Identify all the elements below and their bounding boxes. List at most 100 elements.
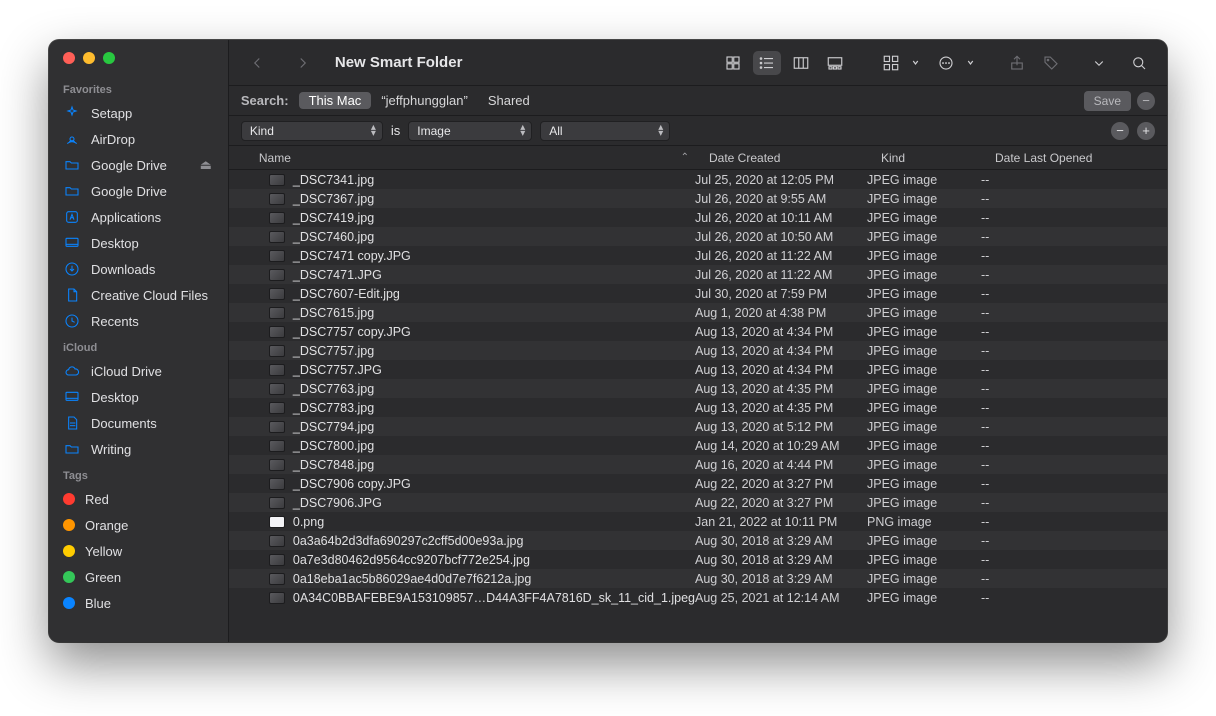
file-kind: JPEG image	[867, 553, 981, 567]
file-row[interactable]: _DSC7615.jpg Aug 1, 2020 at 4:38 PM JPEG…	[229, 303, 1167, 322]
file-name: 0a18eba1ac5b86029ae4d0d7e7f6212a.jpg	[293, 572, 531, 586]
sidebar-tag-yellow[interactable]: Yellow	[49, 538, 228, 564]
sidebar-tag-blue[interactable]: Blue	[49, 590, 228, 616]
remove-criteria-button[interactable]: −	[1137, 92, 1155, 110]
sidebar-item-google-drive[interactable]: Google Drive⏏	[49, 152, 228, 178]
column-header-date-created[interactable]: Date Created	[699, 151, 871, 165]
file-kind: JPEG image	[867, 173, 981, 187]
criteria-attribute-select[interactable]: Kind ▴▾	[241, 121, 383, 141]
back-button[interactable]	[243, 51, 271, 75]
file-row[interactable]: _DSC7800.jpg Aug 14, 2020 at 10:29 AM JP…	[229, 436, 1167, 455]
sidebar-item-documents[interactable]: Documents	[49, 410, 228, 436]
main-area: New Smart Folder	[229, 40, 1167, 642]
file-kind: JPEG image	[867, 306, 981, 320]
file-date-created: Jul 26, 2020 at 10:50 AM	[695, 230, 867, 244]
eject-icon[interactable]: ⏏	[200, 157, 212, 173]
share-button[interactable]	[1003, 51, 1031, 75]
forward-button[interactable]	[289, 51, 317, 75]
file-row[interactable]: 0A34C0BBAFEBE9A153109857…D44A3FF4A7816D_…	[229, 588, 1167, 607]
file-kind: JPEG image	[867, 439, 981, 453]
sidebar-item-downloads[interactable]: Downloads	[49, 256, 228, 282]
sidebar-item-desktop[interactable]: Desktop	[49, 384, 228, 410]
file-row[interactable]: _DSC7757 copy.JPG Aug 13, 2020 at 4:34 P…	[229, 322, 1167, 341]
column-header-date-opened[interactable]: Date Last Opened	[985, 151, 1167, 165]
sidebar-item-label: Desktop	[91, 390, 139, 405]
file-row[interactable]: _DSC7794.jpg Aug 13, 2020 at 5:12 PM JPE…	[229, 417, 1167, 436]
group-by-button[interactable]	[877, 51, 905, 75]
more-button[interactable]	[1085, 51, 1113, 75]
file-row[interactable]: 0.png Jan 21, 2022 at 10:11 PM PNG image…	[229, 512, 1167, 531]
criteria-add-button[interactable]: +	[1137, 122, 1155, 140]
search-scope-option[interactable]: This Mac	[299, 92, 372, 109]
sidebar-item-label: Blue	[85, 596, 111, 611]
column-header-name[interactable]: Name ⌃	[229, 151, 699, 165]
action-menu-button[interactable]	[932, 51, 960, 75]
file-thumbnail-icon	[269, 326, 285, 338]
file-name: _DSC7794.jpg	[293, 420, 374, 434]
sidebar-item-recents[interactable]: Recents	[49, 308, 228, 334]
search-scope-option[interactable]: “jeffphungglan”	[371, 92, 478, 109]
file-thumbnail-icon	[269, 459, 285, 471]
file-row[interactable]: 0a18eba1ac5b86029ae4d0d7e7f6212a.jpg Aug…	[229, 569, 1167, 588]
maximize-window-button[interactable]	[103, 52, 115, 64]
list-view-button[interactable]	[753, 51, 781, 75]
sidebar-item-creative-cloud-files[interactable]: Creative Cloud Files	[49, 282, 228, 308]
icon-view-button[interactable]	[719, 51, 747, 75]
file-thumbnail-icon	[269, 193, 285, 205]
close-window-button[interactable]	[63, 52, 75, 64]
file-row[interactable]: _DSC7757.jpg Aug 13, 2020 at 4:34 PM JPE…	[229, 341, 1167, 360]
search-button[interactable]	[1125, 51, 1153, 75]
sidebar-item-applications[interactable]: Applications	[49, 204, 228, 230]
sidebar-tag-orange[interactable]: Orange	[49, 512, 228, 538]
file-row[interactable]: _DSC7848.jpg Aug 16, 2020 at 4:44 PM JPE…	[229, 455, 1167, 474]
file-row[interactable]: _DSC7607-Edit.jpg Jul 30, 2020 at 7:59 P…	[229, 284, 1167, 303]
sidebar-item-setapp[interactable]: Setapp	[49, 100, 228, 126]
chevron-down-icon	[911, 58, 920, 67]
minimize-window-button[interactable]	[83, 52, 95, 64]
file-row[interactable]: 0a3a64b2d3dfa690297c2cff5d00e93a.jpg Aug…	[229, 531, 1167, 550]
file-row[interactable]: _DSC7341.jpg Jul 25, 2020 at 12:05 PM JP…	[229, 170, 1167, 189]
sidebar-item-label: Creative Cloud Files	[91, 288, 208, 303]
file-row[interactable]: _DSC7367.jpg Jul 26, 2020 at 9:55 AM JPE…	[229, 189, 1167, 208]
sidebar-item-writing[interactable]: Writing	[49, 436, 228, 462]
file-row[interactable]: 0a7e3d80462d9564cc9207bcf772e254.jpg Aug…	[229, 550, 1167, 569]
file-name: _DSC7367.jpg	[293, 192, 374, 206]
file-row[interactable]: _DSC7757.JPG Aug 13, 2020 at 4:34 PM JPE…	[229, 360, 1167, 379]
file-kind: JPEG image	[867, 477, 981, 491]
column-header-kind[interactable]: Kind	[871, 151, 985, 165]
file-row[interactable]: _DSC7906.JPG Aug 22, 2020 at 3:27 PM JPE…	[229, 493, 1167, 512]
gallery-view-button[interactable]	[821, 51, 849, 75]
criteria-value-select[interactable]: Image ▴▾	[408, 121, 532, 141]
sidebar-tag-red[interactable]: Red	[49, 486, 228, 512]
file-row[interactable]: _DSC7783.jpg Aug 13, 2020 at 4:35 PM JPE…	[229, 398, 1167, 417]
file-list[interactable]: _DSC7341.jpg Jul 25, 2020 at 12:05 PM JP…	[229, 170, 1167, 642]
file-row[interactable]: _DSC7419.jpg Jul 26, 2020 at 10:11 AM JP…	[229, 208, 1167, 227]
criteria-extra-select[interactable]: All ▴▾	[540, 121, 670, 141]
sidebar-item-airdrop[interactable]: AirDrop	[49, 126, 228, 152]
file-row[interactable]: _DSC7906 copy.JPG Aug 22, 2020 at 3:27 P…	[229, 474, 1167, 493]
file-kind: JPEG image	[867, 496, 981, 510]
tags-button[interactable]	[1037, 51, 1065, 75]
search-scope-option[interactable]: Shared	[478, 92, 540, 109]
criteria-remove-button[interactable]: −	[1111, 122, 1129, 140]
file-thumbnail-icon	[269, 250, 285, 262]
file-date-created: Aug 25, 2021 at 12:14 AM	[695, 591, 867, 605]
file-kind: JPEG image	[867, 458, 981, 472]
file-row[interactable]: _DSC7763.jpg Aug 13, 2020 at 4:35 PM JPE…	[229, 379, 1167, 398]
save-search-button[interactable]: Save	[1084, 91, 1131, 111]
file-kind: JPEG image	[867, 325, 981, 339]
file-row[interactable]: _DSC7471 copy.JPG Jul 26, 2020 at 11:22 …	[229, 246, 1167, 265]
sidebar-item-icloud-drive[interactable]: iCloud Drive	[49, 358, 228, 384]
sidebar-item-google-drive[interactable]: Google Drive	[49, 178, 228, 204]
file-row[interactable]: _DSC7471.JPG Jul 26, 2020 at 11:22 AM JP…	[229, 265, 1167, 284]
file-name: _DSC7757.jpg	[293, 344, 374, 358]
file-thumbnail-icon	[269, 402, 285, 414]
file-row[interactable]: _DSC7460.jpg Jul 26, 2020 at 10:50 AM JP…	[229, 227, 1167, 246]
sidebar-item-desktop[interactable]: Desktop	[49, 230, 228, 256]
sidebar-tag-green[interactable]: Green	[49, 564, 228, 590]
file-thumbnail-icon	[269, 592, 285, 604]
file-thumbnail-icon	[269, 269, 285, 281]
sidebar-item-label: Green	[85, 570, 121, 585]
column-view-button[interactable]	[787, 51, 815, 75]
file-date-opened: --	[981, 382, 1163, 396]
